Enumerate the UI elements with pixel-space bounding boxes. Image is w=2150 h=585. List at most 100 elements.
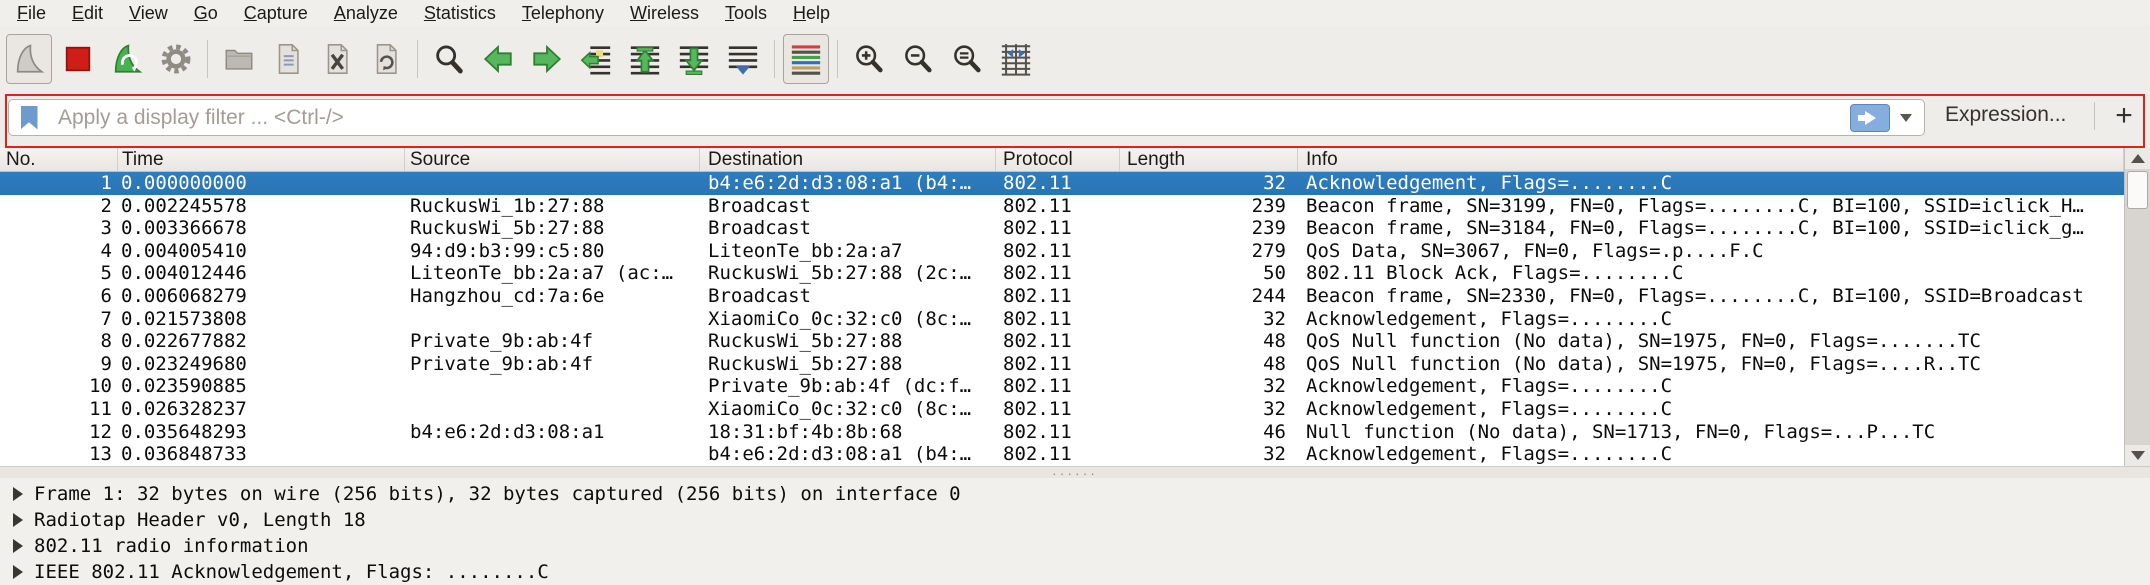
- close-file-button[interactable]: [314, 34, 360, 84]
- cell-time: 0.004012446: [118, 262, 405, 285]
- toolbar-separator: [774, 40, 775, 78]
- column-header-source[interactable]: Source: [405, 148, 700, 171]
- menu-item-view[interactable]: View: [116, 2, 181, 25]
- menu-item-tools[interactable]: Tools: [712, 2, 780, 25]
- menu-item-telephony[interactable]: Telephony: [509, 2, 617, 25]
- cell-info: QoS Null function (No data), SN=1975, FN…: [1298, 330, 2124, 353]
- expander-triangle-icon[interactable]: [13, 539, 23, 553]
- go-first-packet-button[interactable]: [622, 34, 668, 84]
- table-row[interactable]: 5 0.004012446 LiteonTe_bb:2a:a7 (ac:… Ru…: [0, 262, 2124, 285]
- add-filter-button[interactable]: +: [2106, 96, 2142, 136]
- detail-tree-row[interactable]: Frame 1: 32 bytes on wire (256 bits), 32…: [0, 481, 2150, 507]
- menu-item-go[interactable]: Go: [181, 2, 231, 25]
- cell-protocol: 802.11: [996, 353, 1120, 376]
- scrollbar-thumb[interactable]: [2127, 171, 2148, 209]
- table-row[interactable]: 2 0.002245578 RuckusWi_1b:27:88 Broadcas…: [0, 195, 2124, 218]
- scroll-up-button[interactable]: [2125, 148, 2150, 169]
- auto-scroll-button[interactable]: [720, 34, 766, 84]
- resize-columns-button[interactable]: [993, 34, 1039, 84]
- filter-bookmark-button[interactable]: [14, 104, 44, 131]
- expander-triangle-icon[interactable]: [13, 487, 23, 501]
- display-filter-input[interactable]: Apply a display filter ... <Ctrl-/>: [8, 99, 1925, 136]
- cell-info: Null function (No data), SN=1713, FN=0, …: [1298, 421, 2124, 444]
- column-header-info[interactable]: Info: [1298, 148, 2124, 171]
- menu-item-statistics[interactable]: Statistics: [411, 2, 509, 25]
- file-binary-icon: [271, 42, 305, 76]
- magnifier-icon: [432, 42, 466, 76]
- cell-info: QoS Data, SN=3067, FN=0, Flags=.p....F.C: [1298, 240, 2124, 263]
- cell-destination: Broadcast: [700, 195, 996, 218]
- go-next-packet-button[interactable]: [524, 34, 570, 84]
- scroll-down-button[interactable]: [2125, 445, 2150, 466]
- cell-info: Beacon frame, SN=3199, FN=0, Flags=.....…: [1298, 195, 2124, 218]
- cell-protocol: 802.11: [996, 330, 1120, 353]
- expander-triangle-icon[interactable]: [13, 565, 23, 579]
- table-row[interactable]: 3 0.003366678 RuckusWi_5b:27:88 Broadcas…: [0, 217, 2124, 240]
- zoom-in-button[interactable]: [846, 34, 892, 84]
- cell-info: 802.11 Block Ack, Flags=........C: [1298, 262, 2124, 285]
- table-row[interactable]: 13 0.036848733 b4:e6:2d:d3:08:a1 (b4:… 8…: [0, 443, 2124, 466]
- bookmark-icon: [21, 106, 38, 130]
- cell-destination: RuckusWi_5b:27:88: [700, 353, 996, 376]
- apply-filter-button[interactable]: [1850, 104, 1890, 132]
- cell-source: Private_9b:ab:4f: [405, 330, 700, 353]
- go-to-packet-button[interactable]: [573, 34, 619, 84]
- cell-length: 50: [1120, 262, 1298, 285]
- table-row[interactable]: 10 0.023590885 Private_9b:ab:4f (dc:f… 8…: [0, 375, 2124, 398]
- reload-file-button[interactable]: [363, 34, 409, 84]
- find-packet-button[interactable]: [426, 34, 472, 84]
- cell-length: 239: [1120, 217, 1298, 240]
- capture-options-button[interactable]: [153, 34, 199, 84]
- colorize-packets-button[interactable]: [783, 34, 829, 84]
- last-packet-icon: [677, 42, 711, 76]
- expression-button[interactable]: Expression...: [1945, 103, 2066, 127]
- go-last-packet-button[interactable]: [671, 34, 717, 84]
- column-header-time[interactable]: Time: [118, 148, 405, 171]
- cell-time: 0.000000000: [118, 172, 405, 195]
- column-header-destination[interactable]: Destination: [700, 148, 996, 171]
- detail-tree-row[interactable]: Radiotap Header v0, Length 18: [0, 507, 2150, 533]
- column-header-protocol[interactable]: Protocol: [996, 148, 1120, 171]
- expander-triangle-icon[interactable]: [13, 513, 23, 527]
- table-row[interactable]: 7 0.021573808 XiaomiCo_0c:32:c0 (8c:… 80…: [0, 308, 2124, 331]
- cell-time: 0.026328237: [118, 398, 405, 421]
- down-arrow-icon: [2131, 451, 2145, 460]
- cell-source: Private_9b:ab:4f: [405, 353, 700, 376]
- pane-splitter[interactable]: ······: [0, 466, 2150, 478]
- cell-no: 1: [0, 172, 118, 195]
- menu-item-file[interactable]: File: [4, 2, 59, 25]
- cell-length: 48: [1120, 330, 1298, 353]
- right-arrow-icon: [1865, 111, 1876, 125]
- menu-item-analyze[interactable]: Analyze: [321, 2, 411, 25]
- restart-capture-button[interactable]: [104, 34, 150, 84]
- menu-item-wireless[interactable]: Wireless: [617, 2, 712, 25]
- open-file-button[interactable]: [216, 34, 262, 84]
- go-previous-packet-button[interactable]: [475, 34, 521, 84]
- zoom-out-button[interactable]: [895, 34, 941, 84]
- cell-destination: Broadcast: [700, 285, 996, 308]
- column-header-length[interactable]: Length: [1120, 148, 1298, 171]
- start-capture-button[interactable]: [6, 34, 52, 84]
- table-row[interactable]: 6 0.006068279 Hangzhou_cd:7a:6e Broadcas…: [0, 285, 2124, 308]
- table-row[interactable]: 1 0.000000000 b4:e6:2d:d3:08:a1 (b4:… 80…: [0, 172, 2124, 195]
- cell-protocol: 802.11: [996, 172, 1120, 195]
- table-row[interactable]: 11 0.026328237 XiaomiCo_0c:32:c0 (8c:… 8…: [0, 398, 2124, 421]
- menu-item-capture[interactable]: Capture: [231, 2, 321, 25]
- table-row[interactable]: 8 0.022677882 Private_9b:ab:4f RuckusWi_…: [0, 330, 2124, 353]
- table-row[interactable]: 12 0.035648293 b4:e6:2d:d3:08:a1 18:31:b…: [0, 421, 2124, 444]
- column-header-no[interactable]: No.: [0, 148, 118, 171]
- menu-item-edit[interactable]: Edit: [59, 2, 116, 25]
- filter-dropdown-caret-icon[interactable]: [1900, 114, 1912, 122]
- save-file-button[interactable]: [265, 34, 311, 84]
- cell-no: 2: [0, 195, 118, 218]
- detail-text: 802.11 radio information: [34, 535, 309, 557]
- detail-tree-row[interactable]: IEEE 802.11 Acknowledgement, Flags: ....…: [0, 559, 2150, 585]
- cell-length: 32: [1120, 375, 1298, 398]
- menu-item-help[interactable]: Help: [780, 2, 843, 25]
- table-row[interactable]: 4 0.004005410 94:d9:b3:99:c5:80 LiteonTe…: [0, 240, 2124, 263]
- stop-capture-button[interactable]: [55, 34, 101, 84]
- table-row[interactable]: 9 0.023249680 Private_9b:ab:4f RuckusWi_…: [0, 353, 2124, 376]
- vertical-scrollbar[interactable]: [2124, 148, 2150, 466]
- detail-tree-row[interactable]: 802.11 radio information: [0, 533, 2150, 559]
- zoom-original-button[interactable]: [944, 34, 990, 84]
